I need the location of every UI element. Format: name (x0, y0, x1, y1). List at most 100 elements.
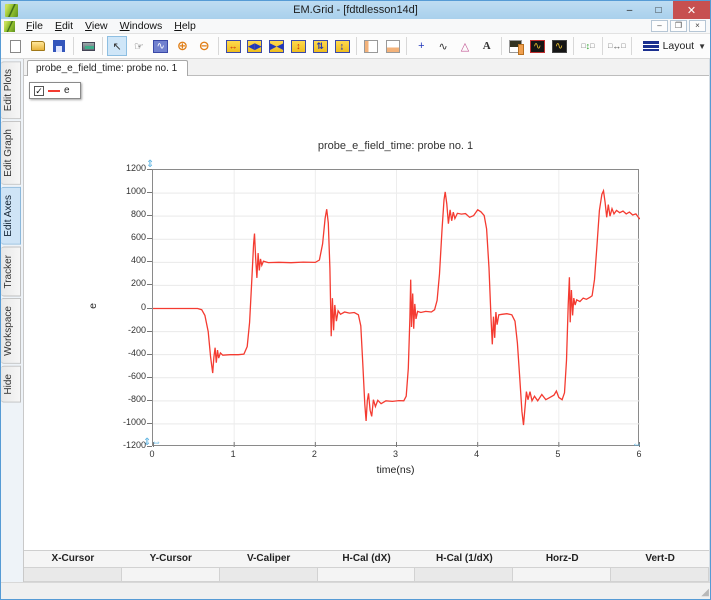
compress-y-button[interactable]: ↨ (332, 36, 352, 56)
y-tick-mark (147, 400, 152, 401)
bottom-panel-icon (386, 40, 400, 53)
x-tick-label: 3 (384, 449, 408, 459)
readout-value-cell (318, 567, 416, 583)
status-bar: ◢ (1, 582, 710, 599)
sidebar-tab-workspace[interactable]: Workspace (1, 298, 21, 364)
stretch-x-icon: ◀▶ (247, 40, 262, 53)
open-folder-icon (31, 41, 45, 51)
readout-value-cell (24, 567, 122, 583)
menu-edit[interactable]: Edit (49, 20, 79, 32)
stretch-y-icon: ⇅ (313, 40, 328, 53)
expand-y-button[interactable]: ↕ (289, 36, 309, 56)
close-button[interactable]: ✕ (673, 1, 710, 19)
vertical-spacing-icon: □↕□ (581, 39, 595, 53)
expand-x-button[interactable]: ↔ (223, 36, 243, 56)
horizontal-spacing-icon: □↔□ (610, 39, 624, 53)
readout-col-hcal-1dx: H-Cal (1/dX) (415, 551, 513, 567)
plot-tab[interactable]: probe_e_field_time: probe no. 1 (27, 60, 188, 76)
menu-help[interactable]: Help (168, 20, 202, 32)
compress-x-icon: ▶◀ (269, 40, 284, 53)
plot-area[interactable] (152, 169, 639, 446)
y-tick-mark (147, 308, 152, 309)
y-tick-label: 600 (108, 232, 146, 242)
legend-checkbox[interactable]: ✓ (34, 86, 44, 96)
dark-plot-icon: ∿ (552, 40, 567, 53)
delta-icon: △ (458, 39, 472, 53)
y-tick-mark (147, 169, 152, 170)
dark-plot-red-icon: ∿ (530, 40, 545, 53)
plot-svg (153, 170, 640, 447)
vertical-spacing-button[interactable]: □↕□ (578, 36, 598, 56)
hand-icon: ☞ (132, 39, 146, 53)
left-panel-icon (364, 40, 378, 53)
maximize-button[interactable]: □ (644, 1, 673, 19)
bottom-panel-button[interactable] (383, 36, 403, 56)
probe-curve-button[interactable]: ∿ (433, 36, 453, 56)
y-tick-mark (147, 261, 152, 262)
sidebar-tab-tracker[interactable]: Tracker (1, 247, 21, 297)
readout-value-cell (122, 567, 220, 583)
child-restore-button[interactable]: ❐ (670, 20, 687, 32)
y-tick-label: -600 (108, 371, 146, 381)
zoom-out-button[interactable]: ⊖ (194, 36, 214, 56)
zoom-region-button[interactable]: ∿ (151, 36, 171, 56)
expand-y-icon: ↕ (291, 40, 306, 53)
select-cursor-button[interactable]: ↖ (107, 36, 127, 56)
cursor-arrow-icon: ↖ (110, 39, 124, 53)
readout-col-vert-d: Vert-D (611, 551, 709, 567)
zoom-in-button[interactable]: ⊕ (173, 36, 193, 56)
compress-y-icon: ↨ (335, 40, 350, 53)
y-tick-label: 200 (108, 278, 146, 288)
layout-dropdown[interactable]: Layout ▼ (639, 38, 710, 54)
y-tick-mark (147, 446, 152, 447)
delta-marker-button[interactable]: △ (455, 36, 475, 56)
minimize-button[interactable]: – (615, 1, 644, 19)
readout-col-v-caliper: V-Caliper (220, 551, 318, 567)
legend[interactable]: ✓ e (29, 82, 81, 99)
sidebar-tab-hide[interactable]: Hide (1, 366, 21, 403)
menu-file[interactable]: File (20, 20, 49, 32)
text-annotation-button[interactable]: A (477, 36, 497, 56)
plus-icon: + (414, 39, 428, 53)
zoom-out-icon: ⊖ (197, 39, 211, 53)
save-floppy-icon (53, 40, 65, 52)
print-button[interactable] (78, 36, 98, 56)
left-panel-button[interactable] (361, 36, 381, 56)
add-cursor-button[interactable]: + (411, 36, 431, 56)
new-file-button[interactable] (6, 36, 26, 56)
y-tick-label: -800 (108, 394, 146, 404)
x-tick-label: 4 (465, 449, 489, 459)
sidebar-tab-edit-axes[interactable]: Edit Axes (1, 187, 21, 245)
window-title: EM.Grid - [fdtdlesson14d] (1, 4, 710, 16)
legend-line-sample (48, 90, 60, 92)
open-file-button[interactable] (28, 36, 48, 56)
child-close-button[interactable]: × (689, 20, 706, 32)
dark-plot-button[interactable]: ∿ (549, 36, 569, 56)
y-tick-mark (147, 215, 152, 216)
sidebar-tab-edit-plots[interactable]: Edit Plots (1, 61, 21, 119)
snapshot-button[interactable] (506, 36, 526, 56)
curve-axes-icon: ∿ (436, 39, 450, 53)
dark-plot-style-button[interactable]: ∿ (527, 36, 547, 56)
save-button[interactable] (50, 36, 70, 56)
cursor-readout-bar: X-Cursor Y-Cursor V-Caliper H-Cal (dX) H… (24, 550, 709, 582)
x-tick-label: 0 (140, 449, 164, 459)
child-minimize-button[interactable]: – (651, 20, 668, 32)
stretch-x-button[interactable]: ◀▶ (245, 36, 265, 56)
compress-x-button[interactable]: ▶◀ (267, 36, 287, 56)
menu-view[interactable]: View (79, 20, 114, 32)
y-tick-mark (147, 423, 152, 424)
y-tick-mark (147, 192, 152, 193)
resize-grip[interactable]: ◢ (701, 588, 709, 598)
y-tick-mark (147, 354, 152, 355)
y-tick-mark (147, 238, 152, 239)
y-tick-label: 0 (108, 302, 146, 312)
horizontal-spacing-button[interactable]: □↔□ (607, 36, 627, 56)
readout-value-cell (220, 567, 318, 583)
menu-windows[interactable]: Windows (114, 20, 169, 32)
app-window: EM.Grid - [fdtdlesson14d] – □ ✕ File Edi… (0, 0, 711, 600)
sidebar-tab-edit-graph[interactable]: Edit Graph (1, 121, 21, 185)
toolbar: ↖ ☞ ∿ ⊕ ⊖ ↔ ◀▶ ▶◀ ↕ ⇅ ↨ + ∿ △ A ∿ ∿ □↕□ … (1, 34, 710, 59)
pan-button[interactable]: ☞ (129, 36, 149, 56)
stretch-y-button[interactable]: ⇅ (310, 36, 330, 56)
